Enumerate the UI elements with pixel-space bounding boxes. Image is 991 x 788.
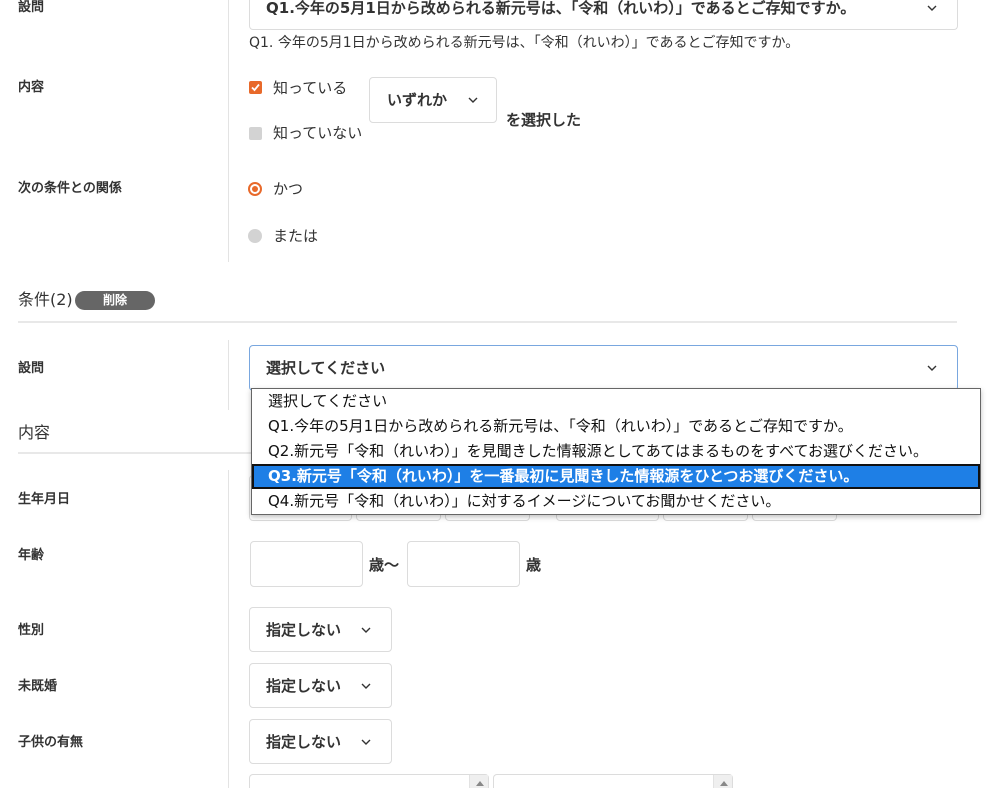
chevron-down-icon — [361, 627, 371, 633]
age-from-unit: 歳〜 — [369, 556, 400, 574]
age-from-input[interactable] — [250, 541, 363, 587]
content-label: 内容 — [18, 80, 45, 95]
marital-select[interactable]: 指定しない — [249, 663, 392, 708]
chevron-down-icon — [468, 97, 478, 103]
chevron-down-icon — [927, 5, 937, 11]
question-select-value: 選択してください — [266, 359, 386, 377]
chevron-down-icon — [361, 739, 371, 745]
radio-or[interactable] — [248, 229, 262, 243]
birthdate-label: 生年月日 — [18, 492, 71, 507]
age-label: 年齢 — [18, 548, 45, 563]
dropdown-option[interactable]: Q3.新元号「令和（れいわ）」を一番最初に見聞きした情報源をひとつお選びください… — [252, 464, 980, 489]
age-to-input[interactable] — [407, 541, 520, 587]
children-select[interactable]: 指定しない — [249, 719, 392, 764]
checkbox-not-known-label: 知っていない — [273, 124, 363, 142]
checkbox-known[interactable] — [249, 81, 262, 94]
match-mode-suffix: を選択した — [506, 111, 582, 129]
children-label: 子供の有無 — [18, 735, 84, 750]
question-description: Q1. 今年の5月1日から改められる新元号は、「令和（れいわ）」であるとご存知で… — [249, 35, 800, 51]
question-label: 設問 — [18, 0, 45, 15]
content-heading: 内容 — [18, 423, 51, 442]
dropdown-option[interactable]: Q2.新元号「令和（れいわ）」を見聞きした情報源としてあてはまるものをすべてお選… — [252, 439, 980, 464]
column-divider — [228, 0, 229, 262]
number-input[interactable] — [249, 774, 489, 788]
gender-select-value: 指定しない — [266, 620, 342, 639]
dropdown-option[interactable]: 選択してください — [252, 389, 980, 414]
marital-label: 未既婚 — [18, 679, 58, 694]
question-select[interactable]: Q1.今年の5月1日から改められる新元号は、「令和（れいわ）」であるとご存知です… — [249, 0, 958, 30]
question-select[interactable]: 選択してください — [249, 345, 958, 391]
number-input[interactable] — [493, 774, 733, 788]
gender-select[interactable]: 指定しない — [249, 607, 392, 652]
relation-label: 次の条件との関係 — [18, 181, 122, 196]
column-divider — [228, 470, 229, 788]
chevron-down-icon — [361, 683, 371, 689]
question-label: 設問 — [18, 361, 45, 376]
match-mode-select[interactable]: いずれか — [369, 77, 497, 123]
section-divider — [18, 321, 957, 323]
delete-button[interactable]: 削除 — [75, 291, 155, 310]
marital-select-value: 指定しない — [266, 676, 342, 695]
children-select-value: 指定しない — [266, 732, 342, 751]
match-mode-value: いずれか — [387, 91, 448, 109]
question-select-value: Q1.今年の5月1日から改められる新元号は、「令和（れいわ）」であるとご存知です… — [266, 0, 856, 17]
spin-up-icon[interactable] — [469, 775, 488, 788]
age-to-unit: 歳 — [526, 556, 542, 574]
condition-title: 条件(2) — [18, 290, 73, 309]
check-icon — [251, 83, 260, 92]
column-divider — [228, 340, 229, 410]
spin-up-icon[interactable] — [713, 775, 732, 788]
dropdown-option[interactable]: Q4.新元号「令和（れいわ）」に対するイメージについてお聞かせください。 — [252, 489, 980, 514]
radio-and-label: かつ — [273, 180, 304, 198]
question-dropdown-list[interactable]: 選択してください Q1.今年の5月1日から改められる新元号は、「令和（れいわ）」… — [251, 388, 981, 515]
dropdown-option[interactable]: Q1.今年の5月1日から改められる新元号は、「令和（れいわ）」であるとご存知です… — [252, 414, 980, 439]
radio-or-label: または — [273, 227, 319, 245]
gender-label: 性別 — [18, 623, 45, 638]
checkbox-known-label: 知っている — [273, 79, 348, 97]
radio-and[interactable] — [248, 182, 262, 196]
chevron-down-icon — [927, 365, 937, 371]
checkbox-not-known[interactable] — [249, 127, 262, 140]
